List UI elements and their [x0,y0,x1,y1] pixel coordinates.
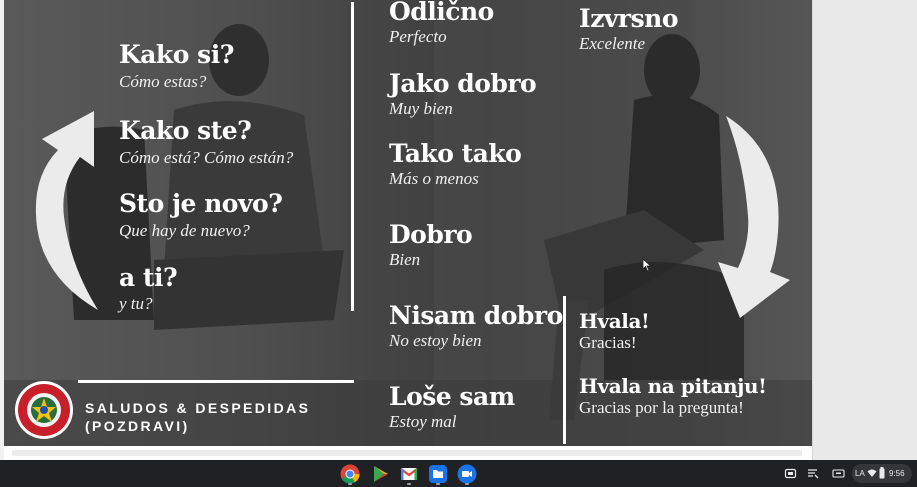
answer-nisam-dobro: Nisam dobro [389,301,563,330]
answer-odlicno-translation: Perfecto [389,27,447,46]
chrome-running-indicator [348,483,352,485]
phrase-a-ti: a ti? [119,263,178,292]
answer-dobro: Dobro [389,220,473,249]
answer-izvrsno-translation: Excelente [579,34,646,53]
gmail-running-indicator [407,483,411,485]
brand-subtitle: (POZDRAVI) [85,418,190,434]
phrase-kako-si-translation: Cómo estas? [119,72,207,91]
screen-capture-icon[interactable] [784,467,797,480]
meet-icon[interactable] [457,464,477,484]
chrome-icon[interactable] [340,464,360,484]
phrase-kako-si: Kako si? [119,40,234,69]
answer-dobro-translation: Bien [389,250,421,269]
taskbar: LA 9:56 [0,460,917,487]
page-side-background [813,0,917,460]
battery-icon [879,467,885,479]
thanks-hvala: Hvala! [579,309,650,333]
slide-bottom-band [4,446,812,460]
answer-jako-dobro: Jako dobro [389,69,537,98]
clipboard-list-icon[interactable] [806,467,819,480]
files-running-indicator [436,483,440,485]
slide-bottom-band-inner [12,450,802,456]
divider-vertical-right [563,296,566,444]
brand-title: SALUDOS & DESPEDIDAS [85,400,311,416]
answer-izvrsno: Izvrsno [579,4,679,33]
answer-tako-tako: Tako tako [389,139,522,168]
files-icon[interactable] [428,464,448,484]
keyboard-language-indicator: LA [855,469,865,478]
answer-lose-sam-translation: Estoy mal [389,412,457,431]
phrase-sto-je-novo: Sto je novo? [119,189,283,218]
clock-time: 9:56 [889,469,905,478]
school-logo-icon [15,381,73,439]
phrase-sto-je-novo-translation: Que hay de nuevo? [119,221,250,240]
play-store-icon[interactable] [370,464,390,484]
divider-vertical-left [351,2,354,311]
meet-running-indicator [465,483,469,485]
page-side-divider [812,0,813,460]
phrase-a-ti-translation: y tu? [119,294,153,313]
gmail-icon[interactable] [399,464,419,484]
answer-nisam-dobro-translation: No estoy bien [389,331,482,350]
answer-lose-sam: Loše sam [389,382,515,411]
divider-horizontal [78,380,354,383]
phrase-kako-ste-translation: Cómo está? Cómo están? [119,148,294,167]
phrase-kako-ste: Kako ste? [119,116,252,145]
thanks-hvala-translation: Gracias! [579,333,637,352]
answer-tako-tako-translation: Más o menos [389,169,479,188]
down-arrow-icon [718,116,790,318]
answer-jako-dobro-translation: Muy bien [389,99,453,118]
wifi-icon [867,469,877,477]
mouse-cursor-icon [642,258,652,272]
up-arrow-icon [35,111,98,310]
thanks-hvala-na-pitanju-translation: Gracias por la pregunta! [579,398,744,417]
thanks-hvala-na-pitanju: Hvala na pitanju! [579,374,767,398]
presentation-slide: Kako si? Cómo estas? Kako ste? Cómo está… [4,0,812,446]
answer-odlicno: Odlično [389,0,494,26]
keyboard-icon[interactable] [832,467,845,480]
